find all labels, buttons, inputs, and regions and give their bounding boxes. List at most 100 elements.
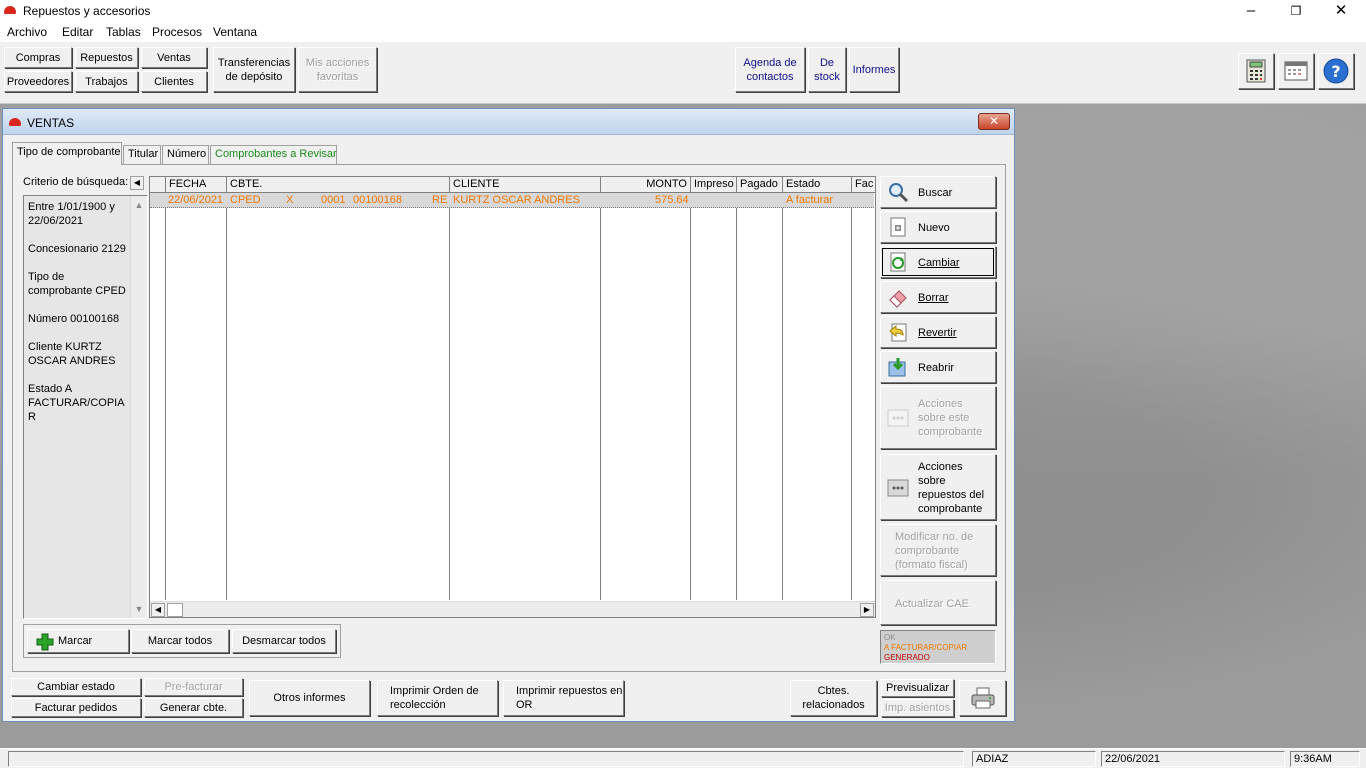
edit-refresh-icon: [887, 251, 909, 273]
status-date: 22/06/2021: [1101, 751, 1285, 767]
transferencias-button[interactable]: Transferencias de depósito: [213, 47, 295, 92]
imprimir-repuestos-button[interactable]: Imprimir repuestos en OR: [503, 680, 624, 716]
app-title-bar: Repuestos y accesorios – ❐ ✕: [0, 0, 1366, 22]
marcar-group: Marcar Marcar todos Desmarcar todos: [23, 624, 341, 658]
grid-col-line: [783, 193, 852, 600]
generar-cbte-button[interactable]: Generar cbte.: [144, 698, 243, 717]
menu-tablas[interactable]: Tablas: [106, 25, 141, 39]
magnifier-icon: [887, 181, 909, 203]
app-icon: [4, 6, 16, 14]
informes-button[interactable]: Informes: [849, 47, 899, 92]
criteria-scrollbar[interactable]: ▲ ▼: [130, 196, 147, 618]
ventas-grid[interactable]: FECHA CBTE. CLIENTE MONTO Impreso Pagado…: [149, 176, 876, 618]
criteria-line: Estado A FACTURAR/COPIA R: [28, 383, 124, 423]
repuestos-button[interactable]: Repuestos: [75, 47, 138, 68]
acciones-comprobante-button[interactable]: Acciones sobre este comprobante: [880, 386, 996, 449]
dots-icon: [887, 477, 909, 499]
scroll-right-icon[interactable]: ▶: [860, 603, 874, 617]
borrar-label: Borrar: [918, 292, 949, 304]
acciones-repuestos-button[interactable]: Acciones sobre repuestos del comprobante: [880, 454, 996, 520]
collapse-left-icon[interactable]: ◀: [130, 176, 144, 190]
help-button[interactable]: ?: [1318, 53, 1354, 89]
clientes-button[interactable]: Clientes: [141, 71, 207, 92]
modificar-nro-button[interactable]: Modificar no. de comprobante (formato fi…: [880, 524, 996, 576]
close-app-button[interactable]: ✕: [1318, 0, 1364, 22]
scroll-left-icon[interactable]: ◀: [151, 603, 165, 617]
col-header-monto[interactable]: MONTO: [601, 177, 691, 193]
marcar-button[interactable]: Marcar: [27, 629, 129, 653]
tab-tipo-comprobante[interactable]: Tipo de comprobante: [12, 142, 122, 165]
grid-horizontal-scrollbar[interactable]: ◀ ▶: [150, 601, 875, 617]
cambiar-label: Cambiar: [918, 257, 960, 269]
facturar-pedidos-button[interactable]: Facturar pedidos: [11, 698, 141, 717]
cambiar-estado-button[interactable]: Cambiar estado: [11, 678, 141, 696]
revertir-button[interactable]: Revertir: [880, 316, 996, 348]
col-header-fac[interactable]: Fac: [852, 177, 875, 193]
cbtes-relacionados-button[interactable]: Cbtes. relacionados: [790, 680, 877, 716]
calendar-button[interactable]: [1278, 53, 1314, 89]
borrar-button[interactable]: Borrar: [880, 281, 996, 313]
window-close-button[interactable]: ✕: [978, 113, 1010, 130]
undo-icon: [887, 321, 909, 343]
cell-cliente: KURTZ OSCAR ANDRES: [453, 194, 580, 206]
de-stock-button[interactable]: De stock: [808, 47, 846, 92]
tab-comprobantes-a-revisar[interactable]: Comprobantes a Revisar: [210, 145, 337, 164]
trabajos-button[interactable]: Trabajos: [75, 71, 138, 92]
menu-procesos[interactable]: Procesos: [152, 25, 202, 39]
col-header-cbte[interactable]: CBTE.: [227, 177, 450, 193]
tab-titular[interactable]: Titular: [123, 145, 161, 164]
grid-col-line: [737, 193, 783, 600]
criteria-label: Criterio de búsqueda:: [23, 176, 129, 188]
help-icon: ?: [1323, 58, 1349, 84]
previsualizar-button[interactable]: Previsualizar: [881, 679, 954, 697]
agenda-button[interactable]: Agenda de contactos: [735, 47, 805, 92]
print-button[interactable]: [959, 680, 1006, 716]
col-header-impreso[interactable]: Impreso: [691, 177, 737, 193]
new-document-icon: [887, 216, 909, 238]
criteria-line: Concesionario 2129: [28, 243, 126, 255]
col-header-cliente[interactable]: CLIENTE: [450, 177, 601, 193]
menu-archivo[interactable]: Archivo: [7, 25, 47, 39]
ventas-button[interactable]: Ventas: [141, 47, 207, 68]
tab-numero[interactable]: Número: [162, 145, 209, 164]
reabrir-label: Reabrir: [918, 362, 955, 374]
window-icon: [9, 118, 21, 126]
compras-button[interactable]: Compras: [4, 47, 72, 68]
imp-asientos-button[interactable]: Imp. asientos: [881, 699, 954, 717]
reabrir-button[interactable]: Reabrir: [880, 351, 996, 383]
cambiar-button[interactable]: Cambiar: [880, 246, 996, 278]
menu-bar: Archivo Editar Tablas Procesos Ventana: [0, 22, 1366, 42]
pre-facturar-button[interactable]: Pre-facturar: [144, 678, 243, 696]
actualizar-cae-button[interactable]: Actualizar CAE: [880, 580, 996, 625]
col-header-estado[interactable]: Estado: [783, 177, 852, 193]
menu-ventana[interactable]: Ventana: [213, 25, 257, 39]
scroll-thumb[interactable]: [167, 603, 183, 617]
scroll-up-icon[interactable]: ▲: [131, 200, 147, 210]
cell-monto: 575.64: [655, 194, 689, 206]
col-header-pagado[interactable]: Pagado: [737, 177, 783, 193]
mis-acciones-button[interactable]: Mis acciones favoritas: [298, 47, 377, 92]
col-header-fecha[interactable]: FECHA: [166, 177, 227, 193]
otros-informes-button[interactable]: Otros informes: [249, 680, 370, 716]
eraser-icon: [887, 286, 909, 308]
desmarcar-todos-button[interactable]: Desmarcar todos: [232, 629, 336, 653]
proveedores-button[interactable]: Proveedores: [4, 71, 72, 92]
nuevo-button[interactable]: Nuevo: [880, 211, 996, 243]
status-legend: OK A FACTURAR/COPIAR GENERADO: [880, 630, 996, 664]
table-row[interactable]: 22/06/2021 CPED X 0001 00100168 RE KURTZ…: [150, 193, 874, 208]
restore-button[interactable]: ❐: [1273, 0, 1319, 22]
minimize-button[interactable]: –: [1228, 0, 1274, 22]
criteria-line: Entre 1/01/1900 y 22/06/2021: [28, 201, 115, 227]
buscar-button[interactable]: Buscar: [880, 176, 996, 208]
cell-pv: 0001: [321, 194, 346, 206]
calculator-button[interactable]: [1238, 53, 1274, 89]
plus-icon: [36, 633, 54, 655]
status-user: ADIAZ: [972, 751, 1096, 767]
menu-editar[interactable]: Editar: [62, 25, 93, 39]
marcar-todos-button[interactable]: Marcar todos: [131, 629, 229, 653]
grid-col-line: [601, 193, 691, 600]
calculator-icon: [1246, 59, 1266, 83]
scroll-down-icon[interactable]: ▼: [131, 604, 147, 614]
imprimir-orden-button[interactable]: Imprimir Orden de recolección: [377, 680, 498, 716]
app-title: Repuestos y accesorios: [23, 4, 151, 18]
